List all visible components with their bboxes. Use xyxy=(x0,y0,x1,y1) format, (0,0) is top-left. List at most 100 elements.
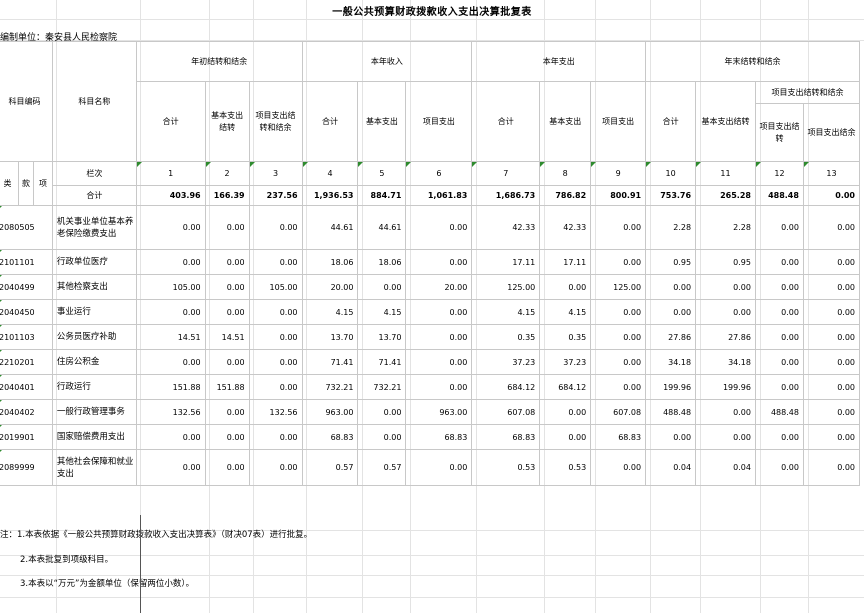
value-cell: 0.04 xyxy=(645,449,697,486)
value-cell: 0.00 xyxy=(248,324,303,350)
value-cell: 0.00 xyxy=(695,424,756,450)
value-cell: 20.00 xyxy=(301,274,359,300)
value-cell: 14.51 xyxy=(204,324,250,350)
value-cell: 0.00 xyxy=(645,274,697,300)
header-lei: 类 xyxy=(0,161,19,206)
table-row: 2040402 一般行政管理事务 132.56 0.00 132.56 963.00 0.0… xyxy=(0,399,861,425)
value-cell: 0.00 xyxy=(248,449,303,486)
subject-name: 事业运行 xyxy=(51,299,137,325)
value-cell: 37.23 xyxy=(471,349,541,375)
total-cell: 1,936.53 xyxy=(301,185,359,206)
value-cell: 105.00 xyxy=(248,274,303,300)
value-cell: 4.15 xyxy=(539,299,592,325)
table-row: 2080505 机关事业单位基本养老保险缴费支出 0.00 0.00 0.00 44.61… xyxy=(0,205,861,250)
col-index: 8 xyxy=(539,161,592,186)
value-cell: 607.08 xyxy=(471,399,541,425)
data-rows: 2080505 机关事业单位基本养老保险缴费支出 0.00 0.00 0.00 44.61… xyxy=(0,205,861,486)
value-cell: 0.00 xyxy=(405,324,473,350)
value-cell: 0.00 xyxy=(248,205,303,250)
subject-code: 2089999 xyxy=(0,449,53,486)
col-index: 2 xyxy=(204,161,250,186)
value-cell: 0.95 xyxy=(645,249,697,275)
subject-code: 2040402 xyxy=(0,399,53,425)
value-cell: 199.96 xyxy=(695,374,756,400)
value-cell: 0.00 xyxy=(590,249,647,275)
header-proj-carryover: 项目支出结转 xyxy=(754,103,804,162)
value-cell: 0.00 xyxy=(405,299,473,325)
budget-table: 科目编码 科目名称 年初结转和结余 本年收入 本年支出 年末结转和结余 合计 基… xyxy=(0,41,861,486)
subject-code: 2019901 xyxy=(0,424,53,450)
header-proj: 项目支出 xyxy=(590,81,647,162)
value-cell: 18.06 xyxy=(357,249,407,275)
header-total: 合计 xyxy=(135,81,206,162)
value-cell: 0.00 xyxy=(802,374,861,400)
header-basic: 基本支出 xyxy=(539,81,592,162)
total-cell: 488.48 xyxy=(754,185,804,206)
value-cell: 0.00 xyxy=(645,299,697,325)
subject-code: 2210201 xyxy=(0,349,53,375)
value-cell: 27.86 xyxy=(645,324,697,350)
index-row: 类 款 项 栏次 1 2 3 4 5 6 7 8 9 10 11 12 13 xyxy=(0,161,861,206)
value-cell: 42.33 xyxy=(471,205,541,250)
value-cell: 71.41 xyxy=(357,349,407,375)
value-cell: 0.00 xyxy=(590,449,647,486)
col-index: 5 xyxy=(357,161,407,186)
value-cell: 0.00 xyxy=(135,424,206,450)
table-row: 2040450 事业运行 0.00 0.00 0.00 4.15 4.15 0.00 4.15 4… xyxy=(0,299,861,325)
subject-code: 2101103 xyxy=(0,324,53,350)
note-3: 3.本表以“万元”为金额单位（保留两位小数）。 xyxy=(20,579,195,589)
value-cell: 0.35 xyxy=(471,324,541,350)
value-cell: 732.21 xyxy=(301,374,359,400)
subject-code: 2040499 xyxy=(0,274,53,300)
value-cell: 68.83 xyxy=(590,424,647,450)
value-cell: 105.00 xyxy=(135,274,206,300)
value-cell: 0.00 xyxy=(405,449,473,486)
value-cell: 0.00 xyxy=(590,299,647,325)
header-proj-balance: 项目支出结余 xyxy=(802,103,861,162)
total-cell: 237.56 xyxy=(248,185,303,206)
total-cell: 0.00 xyxy=(802,185,861,206)
subject-code: 2080505 xyxy=(0,205,53,250)
value-cell: 71.41 xyxy=(301,349,359,375)
value-cell: 125.00 xyxy=(471,274,541,300)
value-cell: 0.57 xyxy=(301,449,359,486)
value-cell: 0.00 xyxy=(204,205,250,250)
col-index: 6 xyxy=(405,161,473,186)
table-row: 2101103 公务员医疗补助 14.51 14.51 0.00 13.70 13.70 0.… xyxy=(0,324,861,350)
value-cell: 0.00 xyxy=(802,449,861,486)
subject-name: 住房公积金 xyxy=(51,349,137,375)
value-cell: 0.00 xyxy=(135,449,206,486)
value-cell: 13.70 xyxy=(357,324,407,350)
value-cell: 0.00 xyxy=(754,424,804,450)
value-cell: 34.18 xyxy=(695,349,756,375)
value-cell: 0.00 xyxy=(135,299,206,325)
column-divider xyxy=(140,515,141,613)
value-cell: 0.00 xyxy=(204,424,250,450)
header-group-expense: 本年支出 xyxy=(471,41,647,82)
table-row: 2019901 国家赔偿费用支出 0.00 0.00 0.00 68.83 0.00 68.8… xyxy=(0,424,861,450)
note-1: 注：1.本表依据《一般公共预算财政拨款收入支出决算表》（财决07表）进行批复。 xyxy=(0,530,313,540)
value-cell: 0.00 xyxy=(248,299,303,325)
subject-name: 其他社会保障和就业支出 xyxy=(51,449,137,486)
value-cell: 0.00 xyxy=(405,374,473,400)
value-cell: 0.00 xyxy=(590,374,647,400)
value-cell: 0.00 xyxy=(695,299,756,325)
value-cell: 4.15 xyxy=(301,299,359,325)
value-cell: 0.00 xyxy=(405,349,473,375)
totals-row: 合计 403.96 166.39 237.56 1,936.53 884.71 … xyxy=(0,185,861,206)
value-cell: 0.00 xyxy=(539,424,592,450)
subject-name: 国家赔偿费用支出 xyxy=(51,424,137,450)
header-total: 合计 xyxy=(301,81,359,162)
value-cell: 0.00 xyxy=(802,249,861,275)
value-cell: 0.00 xyxy=(135,249,206,275)
value-cell: 0.00 xyxy=(405,249,473,275)
value-cell: 0.00 xyxy=(695,399,756,425)
value-cell: 0.00 xyxy=(405,205,473,250)
value-cell: 0.00 xyxy=(754,449,804,486)
total-cell: 786.82 xyxy=(539,185,592,206)
value-cell: 199.96 xyxy=(645,374,697,400)
spreadsheet-sheet: 一般公共预算财政拨款收入支出决算批复表 编制单位：秦安县人民检察院 科目编码 科… xyxy=(0,0,864,613)
col-index: 12 xyxy=(754,161,804,186)
value-cell: 68.83 xyxy=(405,424,473,450)
col-index: 11 xyxy=(695,161,756,186)
